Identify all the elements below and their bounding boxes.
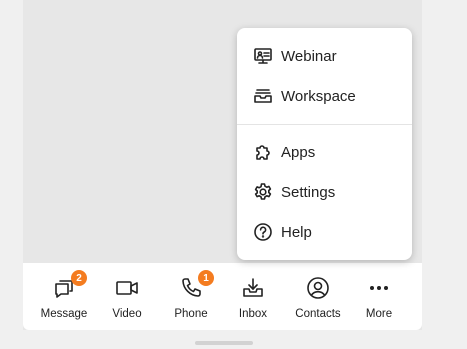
webinar-icon — [253, 46, 273, 66]
menu-divider — [237, 124, 412, 125]
menu-label-settings: Settings — [281, 183, 336, 201]
nav-phone-button[interactable]: 1 Phone — [161, 263, 221, 330]
contacts-icon — [305, 275, 331, 301]
workspace-icon — [253, 86, 273, 106]
more-menu: Webinar Workspace Apps Settings Help — [237, 28, 412, 260]
nav-video-button[interactable]: Video — [97, 263, 157, 330]
menu-label-help: Help — [281, 223, 312, 241]
more-icon — [366, 275, 392, 301]
menu-item-apps[interactable]: Apps — [237, 132, 412, 172]
menu-item-webinar[interactable]: Webinar — [237, 36, 412, 76]
bottom-nav-bar: 2 Message Video 1 Phone Inbox Contacts M… — [23, 263, 422, 330]
menu-item-help[interactable]: Help — [237, 212, 412, 252]
phone-icon: 1 — [178, 270, 214, 301]
nav-inbox-button[interactable]: Inbox — [223, 263, 283, 330]
nav-contacts-label: Contacts — [295, 308, 341, 320]
message-badge: 2 — [71, 270, 87, 286]
menu-label-apps: Apps — [281, 143, 316, 161]
menu-label-webinar: Webinar — [281, 47, 337, 65]
nav-contacts-button[interactable]: Contacts — [288, 263, 348, 330]
nav-more-label: More — [365, 308, 393, 320]
nav-more-button[interactable]: More — [349, 263, 409, 330]
nav-message-label: Message — [40, 308, 88, 320]
help-icon — [253, 222, 273, 242]
apps-icon — [253, 142, 273, 162]
phone-badge: 1 — [198, 270, 214, 286]
settings-icon — [253, 182, 273, 202]
nav-inbox-label: Inbox — [238, 308, 268, 320]
nav-phone-label: Phone — [174, 308, 208, 320]
menu-item-settings[interactable]: Settings — [237, 172, 412, 212]
video-icon — [114, 275, 140, 301]
inbox-icon — [240, 275, 266, 301]
menu-label-workspace: Workspace — [281, 87, 356, 105]
home-indicator — [195, 341, 253, 345]
nav-message-button[interactable]: 2 Message — [34, 263, 94, 330]
message-icon: 2 — [51, 270, 87, 301]
menu-item-workspace[interactable]: Workspace — [237, 76, 412, 116]
nav-video-label: Video — [112, 308, 142, 320]
